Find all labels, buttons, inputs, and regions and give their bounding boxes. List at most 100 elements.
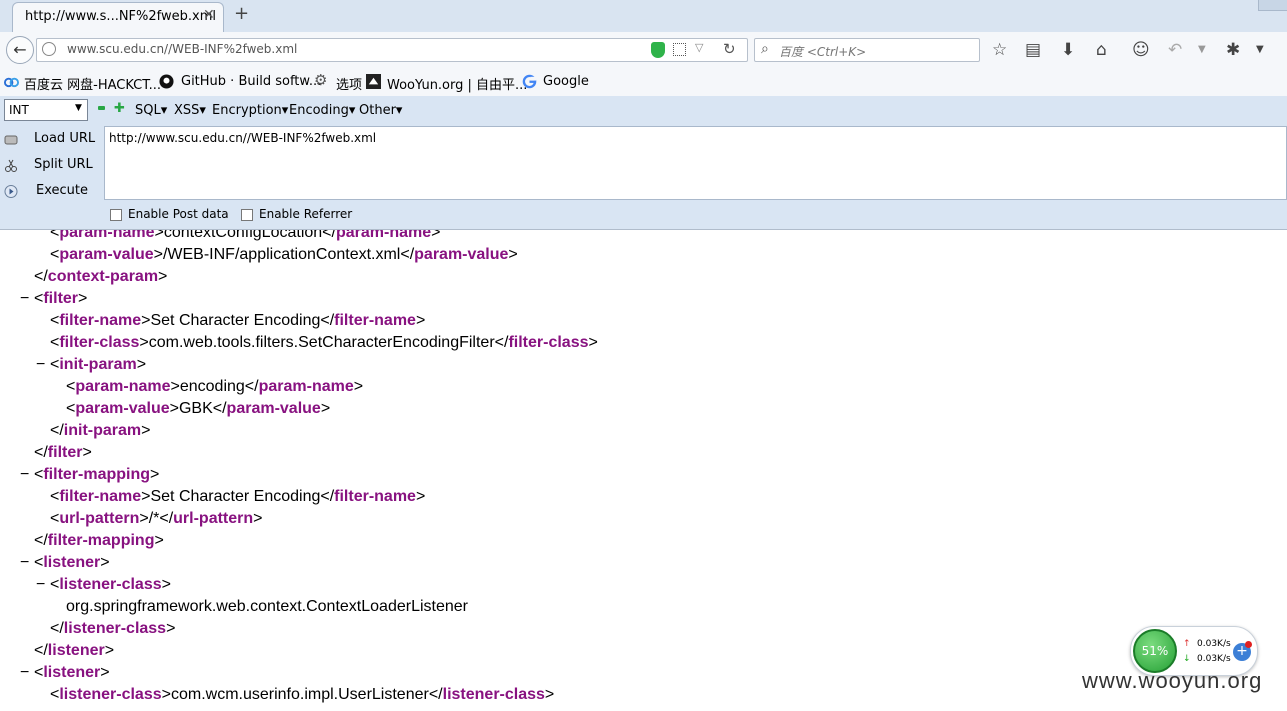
- tab-active[interactable]: http://www.s...NF%2fweb.xml ✕: [12, 2, 224, 32]
- xml-tag: listener-class: [442, 686, 545, 703]
- chevron-down-icon: ▼: [75, 103, 82, 113]
- undo-dropdown-icon[interactable]: ▼: [1198, 40, 1206, 60]
- google-icon: [522, 74, 537, 89]
- bookmark-github[interactable]: GitHub · Build softw...: [181, 74, 321, 89]
- reload-icon[interactable]: ↻: [723, 40, 736, 58]
- new-tab-icon[interactable]: +: [234, 5, 249, 23]
- watermark: www.wooyun.org: [1082, 668, 1263, 693]
- xml-tag: param-value: [414, 246, 509, 263]
- window-control[interactable]: [1258, 0, 1287, 11]
- xml-line: </listener>: [34, 642, 115, 659]
- xml-tag: listener: [43, 554, 101, 571]
- tab-close-icon[interactable]: ✕: [203, 7, 215, 23]
- minus-icon[interactable]: [98, 106, 105, 110]
- collapse-toggle[interactable]: −: [20, 464, 29, 486]
- int-select[interactable]: INT ▼: [4, 99, 88, 121]
- hackbar-url-value: http://www.scu.edu.cn//WEB-INF%2fweb.xml: [109, 131, 377, 145]
- xml-text: contextConfigLocation: [163, 230, 323, 241]
- xml-line: </listener-class>: [50, 620, 176, 637]
- hackbar-body: Load URL Split URL Execute http://www.sc…: [0, 126, 1287, 230]
- menu-other[interactable]: Other▾: [359, 103, 402, 118]
- xml-tag: param-name: [335, 230, 432, 241]
- xml-text: org.springframework.web.context.ContextL…: [66, 598, 468, 615]
- back-arrow-icon: ←: [13, 40, 27, 59]
- xml-tag: listener-class: [63, 620, 167, 637]
- xml-line: <filter-class>com.web.tools.filters.SetC…: [50, 334, 598, 351]
- xml-line: <init-param>: [50, 356, 147, 373]
- search-icon: ⌕: [761, 41, 769, 57]
- xml-line: org.springframework.web.context.ContextL…: [66, 596, 468, 618]
- tab-title: http://www.s...NF%2fweb.xml: [25, 9, 216, 24]
- load-url-icon: [4, 135, 18, 145]
- xml-tag: url-pattern: [173, 510, 254, 527]
- xml-line: </filter-mapping>: [34, 532, 164, 549]
- collapse-toggle[interactable]: −: [36, 354, 45, 376]
- xml-tag: filter: [43, 290, 79, 307]
- xml-tag: param-name: [258, 378, 354, 395]
- collapse-toggle[interactable]: −: [20, 662, 29, 684]
- bookmarks-bar: 百度云 网盘-HACKCT... GitHub · Build softw...…: [0, 68, 1287, 96]
- bookmark-baidu[interactable]: 百度云 网盘-HACKCT...: [24, 74, 161, 93]
- hackbar-toolbar: INT ▼ ✚ SQL▾ XSS▾ Encryption▾ Encoding▾ …: [0, 96, 1287, 126]
- menu-xss[interactable]: XSS▾: [174, 103, 206, 118]
- chevron-down-icon[interactable]: ▽: [695, 41, 703, 54]
- undo-icon[interactable]: ↶: [1168, 40, 1182, 60]
- search-input[interactable]: 百度 <Ctrl+K>: [779, 43, 866, 60]
- xml-tag: param-value: [59, 246, 154, 263]
- back-button[interactable]: ←: [6, 36, 34, 64]
- xml-tag: init-param: [63, 422, 142, 439]
- download-arrow-icon: ↓: [1183, 654, 1191, 664]
- download-icon[interactable]: ⬇: [1061, 40, 1075, 60]
- xml-text: encoding: [179, 378, 245, 395]
- collapse-toggle[interactable]: −: [20, 288, 29, 310]
- menu-encoding[interactable]: Encoding▾: [289, 103, 355, 118]
- url-bar[interactable]: www.scu.edu.cn//WEB-INF%2fweb.xml ▽ ↻: [36, 38, 748, 62]
- download-speed: 0.03K/s: [1197, 654, 1231, 664]
- scissors-icon: [5, 159, 17, 172]
- xml-text: /*: [148, 510, 160, 527]
- bug-icon[interactable]: ✱: [1226, 40, 1240, 60]
- notification-dot: [1245, 641, 1252, 648]
- split-url-label: Split URL: [34, 157, 93, 172]
- xml-line: <param-value>GBK</param-value>: [66, 400, 331, 417]
- xml-line: <listener-class>com.wcm.userinfo.impl.Us…: [50, 686, 555, 703]
- library-icon[interactable]: ▤: [1025, 40, 1041, 60]
- int-select-value: INT: [9, 103, 29, 117]
- xml-line: <param-value>/WEB-INF/applicationContext…: [50, 246, 518, 263]
- xml-tag: listener-class: [59, 686, 162, 703]
- collapse-toggle[interactable]: −: [20, 552, 29, 574]
- qr-icon[interactable]: [673, 43, 686, 56]
- plus-icon[interactable]: ✚: [114, 101, 125, 116]
- hackbar-url-textarea[interactable]: http://www.scu.edu.cn//WEB-INF%2fweb.xml: [104, 126, 1287, 200]
- xml-line: </context-param>: [34, 268, 168, 285]
- home-icon[interactable]: ⌂: [1096, 40, 1107, 60]
- xml-tag: listener: [43, 664, 101, 681]
- bookmark-wooyun[interactable]: WooYun.org | 自由平...: [387, 74, 527, 93]
- xml-text: Set Character Encoding: [150, 488, 321, 505]
- xml-line: <filter-name>Set Character Encoding</fil…: [50, 312, 426, 329]
- enable-referrer-label: Enable Referrer: [259, 207, 353, 221]
- github-icon: [159, 74, 174, 89]
- chat-icon[interactable]: ☺: [1132, 40, 1150, 60]
- xml-tag: filter-mapping: [47, 532, 155, 549]
- search-bar[interactable]: ⌕ 百度 <Ctrl+K>: [754, 38, 980, 62]
- enable-referrer-checkbox[interactable]: [241, 209, 253, 221]
- menu-dropdown-icon[interactable]: ▼: [1256, 40, 1264, 60]
- bookmark-options[interactable]: 选项: [336, 74, 362, 93]
- play-icon: [4, 185, 18, 198]
- xml-tag: filter-name: [334, 488, 416, 505]
- star-icon[interactable]: ☆: [992, 40, 1007, 60]
- load-url-label: Load URL: [34, 131, 96, 146]
- execute-label: Execute: [36, 183, 88, 198]
- xml-tag: listener-class: [59, 576, 162, 593]
- collapse-toggle[interactable]: −: [36, 574, 45, 596]
- wooyun-icon: [366, 74, 381, 89]
- xml-line: <filter>: [34, 290, 88, 307]
- xml-line: </init-param>: [50, 422, 151, 439]
- enable-post-checkbox[interactable]: [110, 209, 122, 221]
- bookmark-google[interactable]: Google: [543, 74, 589, 89]
- url-input[interactable]: www.scu.edu.cn//WEB-INF%2fweb.xml: [67, 42, 297, 56]
- menu-encryption[interactable]: Encryption▾: [212, 103, 288, 118]
- shield-icon[interactable]: [651, 42, 665, 58]
- menu-sql[interactable]: SQL▾: [135, 103, 167, 118]
